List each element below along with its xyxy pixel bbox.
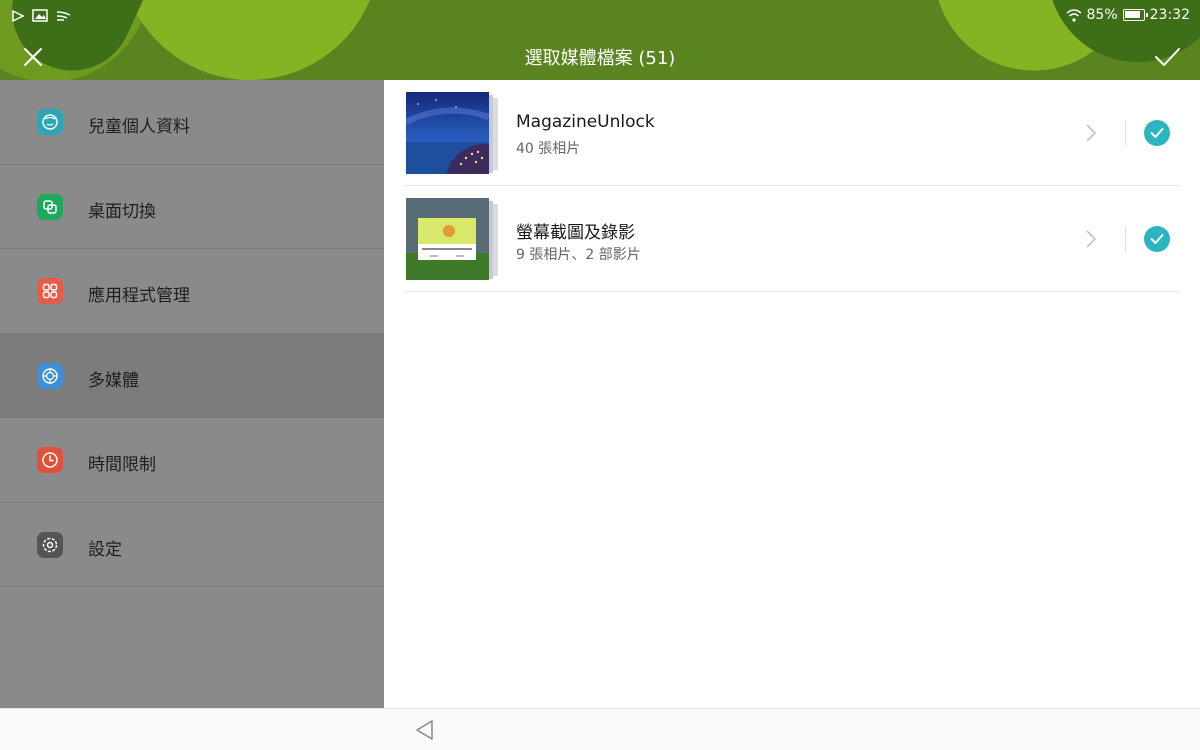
album-count: 9 張相片、2 部影片 — [516, 247, 641, 263]
album-count: 40 張相片 — [516, 141, 581, 157]
back-triangle-icon — [416, 720, 433, 740]
album-thumbnail — [406, 198, 502, 282]
clock: 23:32 — [1149, 7, 1190, 23]
title-bar: 選取媒體檔案 (51) — [0, 32, 1200, 80]
multimedia-icon — [37, 362, 63, 389]
settings-icon — [37, 531, 63, 558]
confirm-button[interactable] — [1152, 42, 1182, 72]
wifi-icon — [1066, 8, 1082, 22]
sidebar-item-child-profile[interactable]: 兒童個人資料 — [0, 80, 384, 165]
album-select-checkbox[interactable] — [1144, 226, 1170, 252]
desktop-switch-icon — [37, 193, 63, 220]
album-select-checkbox[interactable] — [1144, 120, 1170, 146]
sidebar-item-time-limit[interactable]: 時間限制 — [0, 418, 384, 503]
album-cover-image — [406, 198, 489, 280]
back-button[interactable] — [414, 718, 436, 742]
album-item[interactable]: 螢幕截圖及錄影 9 張相片、2 部影片 — [404, 186, 1180, 292]
sidebar-item-label: 兒童個人資料 — [88, 117, 190, 137]
check-icon — [1150, 128, 1164, 138]
chevron-right-icon — [1086, 124, 1097, 142]
album-name: 螢幕截圖及錄影 — [516, 223, 635, 243]
album-cover-image — [406, 92, 489, 174]
sidebar-item-label: 設定 — [88, 539, 122, 560]
album-item[interactable]: MagazineUnlock 40 張相片 — [404, 80, 1180, 186]
sidebar-item-app-management[interactable]: 應用程式管理 — [0, 249, 384, 334]
check-icon — [1155, 48, 1180, 66]
status-bar: 85% 23:32 — [0, 0, 1200, 32]
play-store-icon — [12, 9, 24, 22]
media-album-list: MagazineUnlock 40 張相片 螢幕截圖及錄影 9 張相片、2 部影… — [384, 80, 1200, 708]
album-thumbnail — [406, 92, 502, 176]
gallery-icon — [32, 9, 48, 22]
child-profile-icon — [37, 109, 63, 135]
open-album-button[interactable] — [1084, 122, 1098, 144]
chevron-right-icon — [1086, 230, 1097, 248]
cast-icon — [56, 11, 71, 21]
sidebar-item-label: 桌面切換 — [88, 201, 156, 222]
sidebar-item-label: 時間限制 — [88, 455, 156, 475]
album-name: MagazineUnlock — [516, 112, 655, 132]
battery-icon — [1122, 9, 1148, 21]
divider — [1125, 120, 1126, 146]
system-navigation-bar — [0, 708, 1200, 750]
sidebar-item-label: 應用程式管理 — [88, 286, 190, 306]
sidebar-item-settings[interactable]: 設定 — [0, 503, 384, 587]
divider — [1125, 226, 1126, 252]
check-icon — [1150, 234, 1164, 244]
sidebar-item-desktop-switch[interactable]: 桌面切換 — [0, 165, 384, 249]
sidebar: 兒童個人資料 桌面切換 應用程式管理 多媒體 時間限制 設定 — [0, 80, 384, 708]
sidebar-item-label: 多媒體 — [88, 370, 139, 391]
page-title: 選取媒體檔案 (51) — [524, 48, 676, 69]
open-album-button[interactable] — [1084, 228, 1098, 250]
time-limit-icon — [37, 447, 63, 473]
sidebar-item-multimedia[interactable]: 多媒體 — [0, 333, 384, 418]
battery-percent: 85% — [1086, 7, 1118, 23]
app-management-icon — [37, 278, 63, 304]
app-header: 85% 23:32 選取媒體檔案 (51) — [0, 0, 1200, 80]
